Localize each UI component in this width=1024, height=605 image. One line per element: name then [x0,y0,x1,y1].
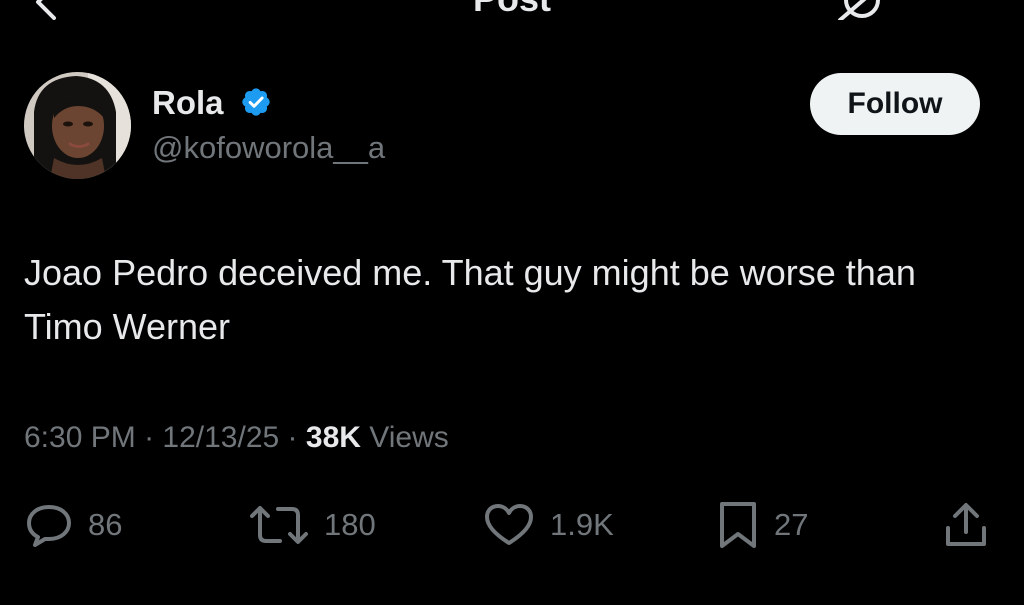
meta-separator: · [144,421,155,454]
reply-icon [27,505,71,547]
post-meta: 6:30 PM · 12/13/25 · 38K Views [24,421,449,455]
bookmark-button[interactable]: 27 [716,500,808,550]
repost-button[interactable]: 180 [248,500,376,550]
bookmark-icon [720,502,756,548]
post-time[interactable]: 6:30 PM [24,421,136,454]
top-bar: Post [0,0,1024,20]
more-icon [928,0,978,6]
post-date[interactable]: 12/13/25 [162,421,279,454]
grok-icon [838,0,880,20]
share-icon [946,503,986,546]
grok-button[interactable] [832,0,892,20]
views-label: Views [369,421,449,454]
views-count: 38K [305,421,361,454]
repost-count: 180 [324,507,376,542]
author-handle[interactable]: @kofoworola__a [152,130,385,166]
share-button[interactable] [942,500,990,550]
like-count: 1.9K [550,507,614,542]
like-icon [485,504,533,545]
verified-badge-icon [242,88,270,116]
like-button[interactable]: 1.9K [482,500,614,550]
bookmark-count: 27 [774,507,809,542]
author-display-name[interactable]: Rola [152,84,224,122]
reply-button[interactable]: 86 [24,500,122,550]
reply-count: 86 [88,507,123,542]
avatar[interactable] [24,72,131,179]
more-button[interactable] [928,0,978,6]
meta-separator: · [287,421,298,454]
avatar-image [24,72,131,179]
repost-icon [250,506,308,544]
post-text: Joao Pedro deceived me. That guy might b… [24,252,916,347]
follow-button[interactable]: Follow [810,73,980,135]
